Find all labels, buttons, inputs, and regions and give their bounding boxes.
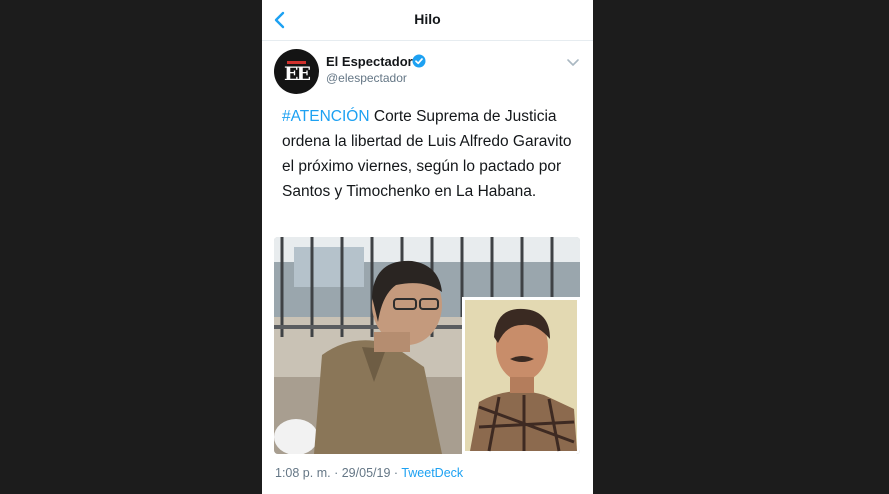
thread-header: Hilo — [262, 0, 593, 41]
author-handle[interactable]: @elespectador — [326, 71, 407, 85]
tweet-photo[interactable] — [274, 237, 580, 454]
photo-collage-image — [274, 237, 580, 454]
meta-separator: · — [393, 466, 399, 480]
hashtag-link[interactable]: #ATENCIÓN — [282, 108, 370, 125]
tweet-date: 29/05/19 — [341, 466, 391, 480]
verified-badge-icon — [412, 54, 426, 68]
chevron-down-icon[interactable] — [566, 58, 580, 68]
tweet-meta: 1:08 p. m. · 29/05/19 · TweetDeck — [275, 466, 463, 480]
tweet-client-link[interactable]: TweetDeck — [401, 466, 463, 480]
author-name[interactable]: El Espectador — [326, 54, 413, 69]
page-title: Hilo — [414, 11, 441, 27]
meta-separator: · — [334, 466, 339, 480]
avatar[interactable]: EE — [274, 49, 319, 94]
avatar-logo-text: EE — [284, 63, 311, 85]
tweet-text: #ATENCIÓN Corte Suprema de Justicia orde… — [282, 104, 582, 204]
phone-screen: Hilo EE El Espectador @elespectador #ATE… — [262, 0, 593, 494]
tweet-time: 1:08 p. m. — [275, 466, 331, 480]
